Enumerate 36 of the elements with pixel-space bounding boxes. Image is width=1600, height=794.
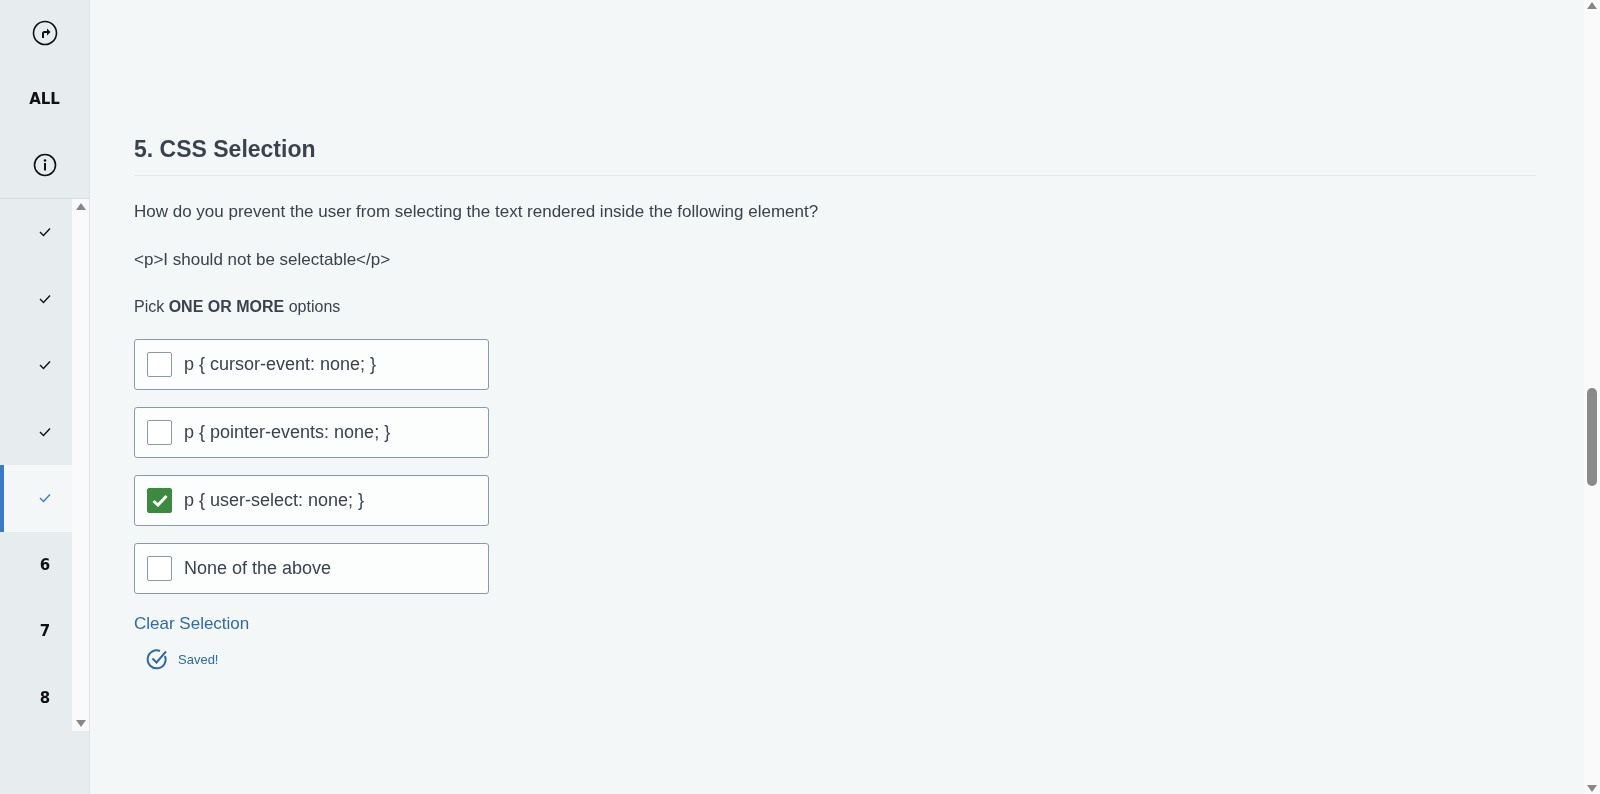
check-icon [39, 293, 51, 304]
saved-check-icon [146, 648, 168, 670]
checkbox[interactable] [147, 556, 172, 581]
checkbox[interactable] [147, 420, 172, 445]
question-text: How do you prevent the user from selecting the text rendered inside the following element? [134, 202, 820, 222]
question-item[interactable] [0, 465, 72, 532]
checkbox[interactable] [147, 488, 172, 513]
scroll-up-icon[interactable] [75, 203, 86, 210]
clear-selection-link[interactable]: Clear Selection [134, 614, 250, 634]
scroll-down-icon[interactable] [75, 720, 86, 727]
saved-status: Saved! [178, 651, 219, 667]
question-title: 5. CSS Selection [134, 136, 1536, 176]
all-tab[interactable]: ALL [29, 90, 60, 108]
scrollbar-thumb[interactable] [1587, 388, 1597, 486]
checkbox[interactable] [147, 352, 172, 377]
question-item[interactable]: 7 [0, 598, 72, 665]
question-item[interactable]: 6 [0, 531, 72, 598]
option-card[interactable]: None of the above [134, 543, 489, 594]
scroll-down-icon[interactable] [1587, 785, 1597, 792]
instruction-text: Pick ONE OR MORE options [134, 298, 342, 316]
info-icon[interactable] [32, 153, 57, 177]
code-snippet: <p>I should not be selectable</p> [134, 250, 392, 270]
check-icon [39, 227, 51, 238]
check-icon [39, 493, 51, 504]
option-card[interactable]: p { user-select: none; } [134, 475, 489, 526]
scroll-up-icon[interactable] [1587, 2, 1597, 9]
option-label: p { pointer-events: none; } [184, 422, 391, 443]
option-card[interactable]: p { pointer-events: none; } [134, 407, 489, 458]
option-card[interactable]: p { cursor-event: none; } [134, 339, 489, 390]
check-icon [151, 494, 168, 507]
question-item[interactable]: 8 [0, 664, 72, 731]
option-label: None of the above [184, 558, 332, 579]
option-label: p { cursor-event: none; } [184, 354, 377, 375]
option-label: p { user-select: none; } [184, 490, 365, 511]
check-icon [39, 426, 51, 437]
check-icon [39, 360, 51, 371]
